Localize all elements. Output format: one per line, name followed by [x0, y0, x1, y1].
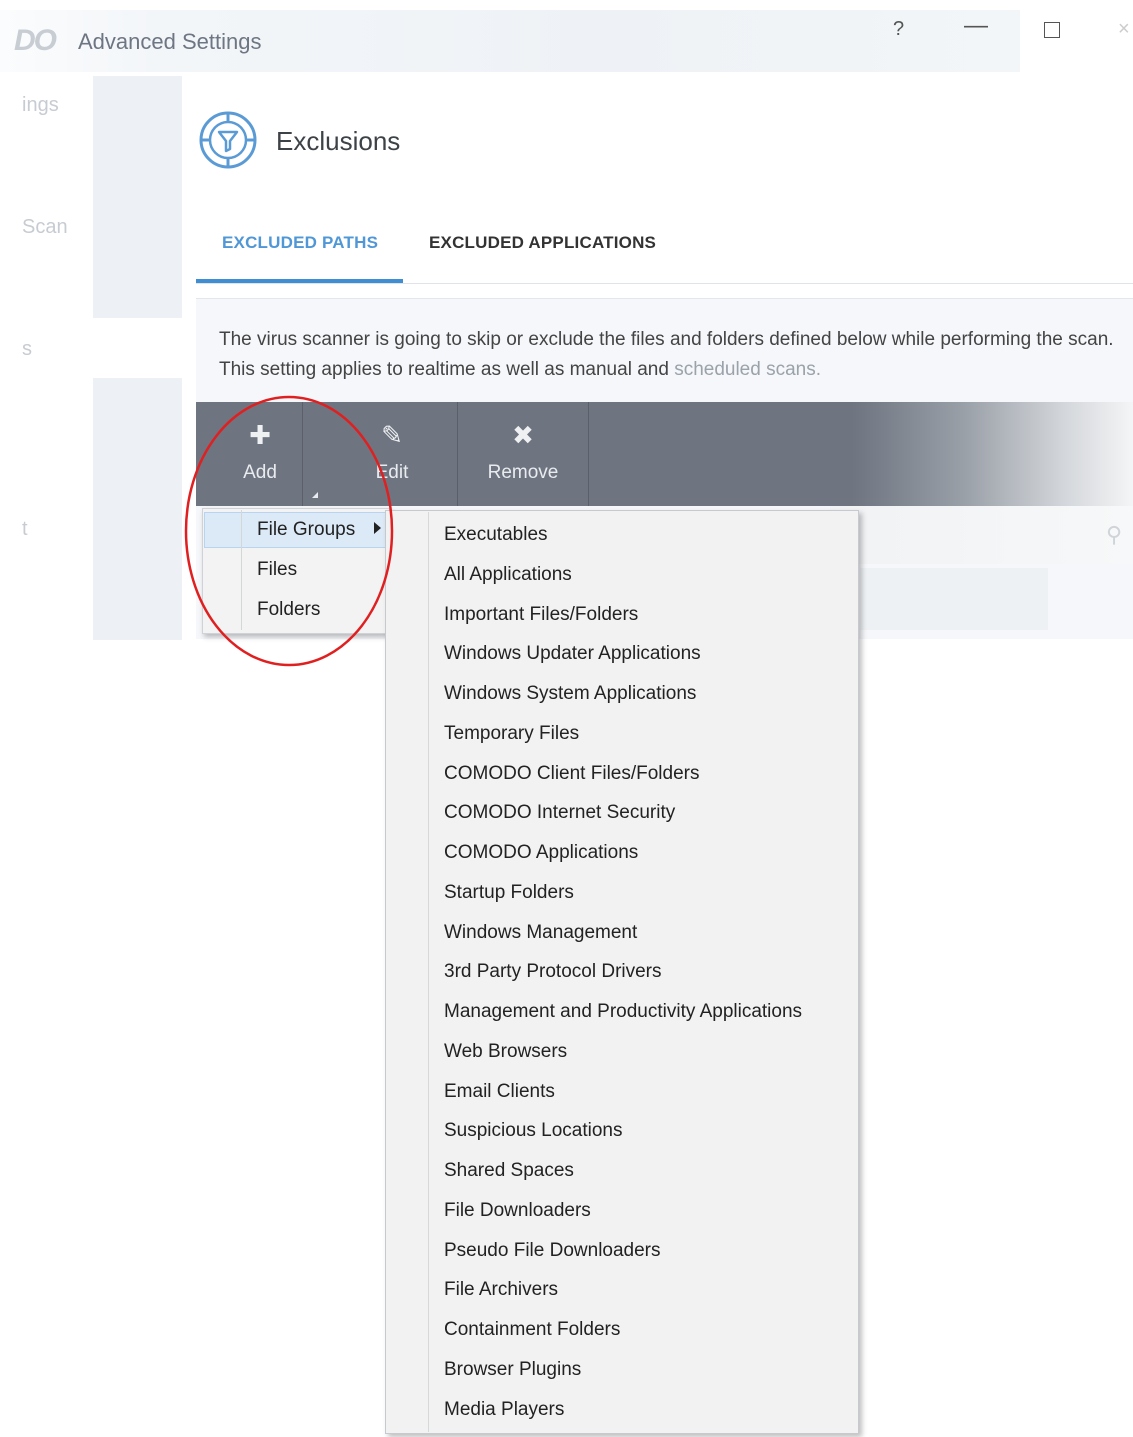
search-icon[interactable]: ⚲	[1106, 522, 1122, 548]
file-group-item[interactable]: Important Files/Folders	[444, 603, 802, 643]
menu-gutter	[241, 510, 242, 630]
menu-item-files[interactable]: Files	[257, 559, 297, 581]
add-button-label: Add	[220, 462, 300, 484]
file-group-item[interactable]: Suspicious Locations	[444, 1119, 802, 1159]
file-group-item[interactable]: COMODO Internet Security	[444, 801, 802, 841]
help-button[interactable]: ?	[893, 18, 904, 41]
file-group-item[interactable]: Windows Management	[444, 921, 802, 961]
pencil-icon: ✎	[352, 420, 432, 451]
minimize-button[interactable]: —	[964, 12, 988, 40]
edit-button-label: Edit	[352, 462, 432, 484]
file-group-item[interactable]: Startup Folders	[444, 881, 802, 921]
file-group-item[interactable]: All Applications	[444, 563, 802, 603]
exclusions-filter-icon	[198, 110, 258, 170]
file-group-item[interactable]: Media Players	[444, 1398, 802, 1437]
x-icon: ✖	[470, 420, 576, 451]
toolbar	[196, 402, 1133, 506]
submenu-arrow-icon	[374, 522, 381, 534]
toolbar-separator	[588, 402, 589, 506]
file-group-item[interactable]: Containment Folders	[444, 1318, 802, 1358]
nav-block-lower	[93, 378, 182, 640]
description-tail: scheduled scans.	[674, 359, 821, 380]
file-group-item[interactable]: Browser Plugins	[444, 1358, 802, 1398]
window-title: Advanced Settings	[78, 29, 261, 55]
title-bar: DO Advanced Settings ? — ×	[0, 0, 1133, 76]
file-group-item[interactable]: Executables	[444, 523, 802, 563]
table-row	[860, 568, 1048, 630]
edit-button[interactable]: ✎ Edit	[352, 402, 432, 506]
file-group-item[interactable]: Web Browsers	[444, 1040, 802, 1080]
nav-item-scan[interactable]: Scan	[22, 216, 68, 239]
remove-button-label: Remove	[470, 462, 576, 484]
file-group-item[interactable]: 3rd Party Protocol Drivers	[444, 960, 802, 1000]
menu-item-file-groups[interactable]: File Groups	[257, 519, 355, 541]
add-button[interactable]: ✚ Add	[220, 402, 300, 506]
add-dropdown-caret-icon	[312, 492, 318, 498]
tab-divider	[196, 283, 1133, 284]
tab-excluded-paths[interactable]: EXCLUDED PATHS	[222, 233, 378, 253]
nav-item-4[interactable]: t	[22, 518, 28, 541]
file-group-item[interactable]: File Archivers	[444, 1278, 802, 1318]
file-group-item[interactable]: Pseudo File Downloaders	[444, 1239, 802, 1279]
page-title: Exclusions	[276, 126, 400, 157]
toolbar-separator	[457, 402, 458, 506]
description-text: The virus scanner is going to skip or ex…	[219, 325, 1119, 385]
file-group-item[interactable]: Windows System Applications	[444, 682, 802, 722]
description-main: The virus scanner is going to skip or ex…	[219, 329, 1114, 380]
file-group-item[interactable]: Temporary Files	[444, 722, 802, 762]
tab-excluded-applications[interactable]: EXCLUDED APPLICATIONS	[429, 233, 656, 253]
file-group-item[interactable]: Email Clients	[444, 1080, 802, 1120]
nav-item-settings[interactable]: ings	[22, 94, 59, 117]
maximize-button[interactable]	[1044, 22, 1060, 38]
app-logo: DO	[14, 24, 55, 58]
remove-button[interactable]: ✖ Remove	[470, 402, 576, 506]
nav-highlight-block	[93, 76, 182, 318]
menu-item-folders[interactable]: Folders	[257, 599, 320, 621]
close-button[interactable]: ×	[1118, 18, 1130, 41]
submenu-gutter	[428, 512, 429, 1432]
nav-item-3[interactable]: s	[22, 338, 32, 361]
toolbar-separator	[302, 402, 303, 506]
search-bar[interactable]	[830, 506, 1133, 564]
file-group-item[interactable]: Shared Spaces	[444, 1159, 802, 1199]
file-group-item[interactable]: COMODO Client Files/Folders	[444, 762, 802, 802]
file-group-item[interactable]: Windows Updater Applications	[444, 642, 802, 682]
file-groups-list: Executables All Applications Important F…	[444, 523, 802, 1437]
file-group-item[interactable]: File Downloaders	[444, 1199, 802, 1239]
file-group-item[interactable]: Management and Productivity Applications	[444, 1000, 802, 1040]
file-group-item[interactable]: COMODO Applications	[444, 841, 802, 881]
plus-icon: ✚	[220, 420, 300, 451]
left-navigation: ings Scan s t	[0, 76, 182, 640]
